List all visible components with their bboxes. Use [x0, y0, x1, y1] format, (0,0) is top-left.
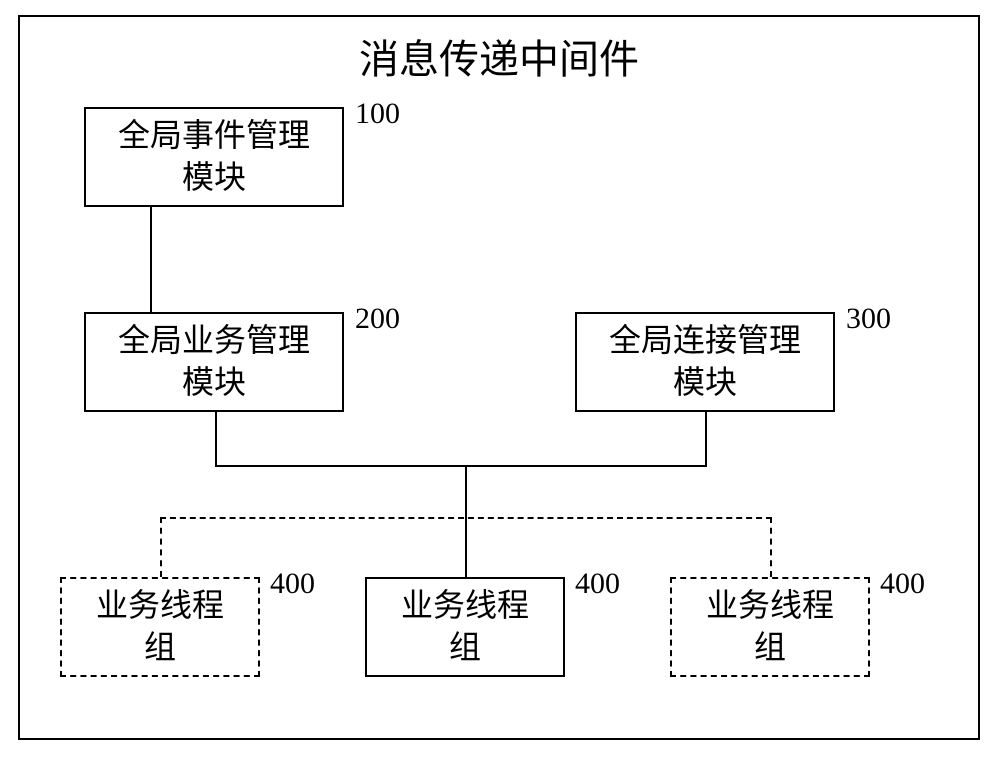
connector-to-thread-1: [160, 517, 162, 577]
box-thread-group-2-text: 业务线程组: [401, 585, 529, 668]
diagram-frame: 消息传递中间件 全局事件管理模块 100 全局业务管理模块 200 全局连接管理…: [18, 15, 980, 740]
box-business-management: 全局业务管理模块: [84, 312, 344, 412]
box-business-management-text: 全局业务管理模块: [118, 320, 310, 403]
label-400-2: 400: [575, 567, 620, 601]
label-400-3: 400: [880, 567, 925, 601]
label-100: 100: [355, 97, 400, 131]
box-thread-group-3: 业务线程组: [670, 577, 870, 677]
box-thread-group-2: 业务线程组: [365, 577, 565, 677]
box-thread-group-3-text: 业务线程组: [706, 585, 834, 668]
connector-thread-bus: [160, 517, 772, 519]
connector-bus: [215, 465, 707, 467]
box-event-management: 全局事件管理模块: [84, 107, 344, 207]
box-thread-group-1-text: 业务线程组: [96, 585, 224, 668]
label-400-1: 400: [270, 567, 315, 601]
connector-200-down: [215, 412, 217, 467]
diagram-title: 消息传递中间件: [359, 27, 639, 85]
box-event-management-text: 全局事件管理模块: [118, 115, 310, 198]
box-connection-management: 全局连接管理模块: [575, 312, 835, 412]
connector-to-thread-3: [770, 517, 772, 577]
connector-bus-to-dashed: [465, 465, 467, 517]
label-300: 300: [846, 302, 891, 336]
label-200: 200: [355, 302, 400, 336]
connector-100-200: [150, 207, 152, 312]
connector-300-down: [705, 412, 707, 467]
box-connection-management-text: 全局连接管理模块: [609, 320, 801, 403]
box-thread-group-1: 业务线程组: [60, 577, 260, 677]
